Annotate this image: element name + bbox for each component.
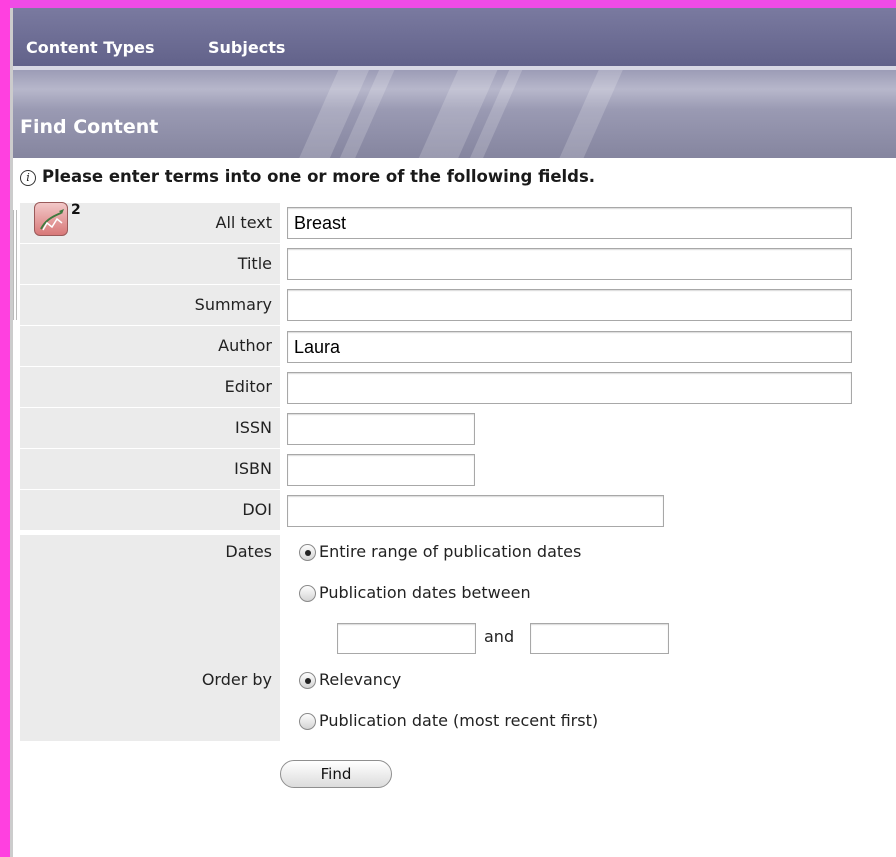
order-date-option[interactable]: Publication date (most recent first) <box>299 710 598 732</box>
dates-between-radio[interactable] <box>299 585 316 602</box>
nav-content-types[interactable]: Content Types <box>26 38 155 57</box>
order-relevancy-option[interactable]: Relevancy <box>299 669 401 691</box>
label-doi: DOI <box>20 490 280 530</box>
find-button[interactable]: Find <box>280 760 392 788</box>
top-nav-bar: Content Types Subjects <box>13 8 896 66</box>
dates-entire-label: Entire range of publication dates <box>319 542 582 561</box>
label-summary: Summary <box>20 285 280 325</box>
page-title: Find Content <box>20 116 159 138</box>
side-scroll-mark <box>13 210 17 320</box>
info-message: i Please enter terms into one or more of … <box>20 167 595 186</box>
summary-input[interactable] <box>287 289 852 321</box>
title-input[interactable] <box>287 248 852 280</box>
dates-entire-radio[interactable] <box>299 544 316 561</box>
doi-input[interactable] <box>287 495 664 527</box>
order-date-radio[interactable] <box>299 713 316 730</box>
label-title: Title <box>20 244 280 284</box>
edit-tool-badge: 2 <box>71 202 81 218</box>
author-input[interactable]: Laura <box>287 331 852 363</box>
date-to-input[interactable] <box>530 623 669 654</box>
order-relevancy-label: Relevancy <box>319 670 402 689</box>
label-author: Author <box>20 326 280 366</box>
window-frame-left <box>0 0 10 857</box>
label-editor: Editor <box>20 367 280 407</box>
edit-tool-icon[interactable] <box>34 202 68 236</box>
info-text: Please enter terms into one or more of t… <box>42 167 596 186</box>
window-frame-top <box>0 0 896 8</box>
find-header-banner: Find Content <box>13 70 896 158</box>
label-issn: ISSN <box>20 408 280 448</box>
dates-between-option[interactable]: Publication dates between <box>299 582 531 604</box>
dates-entire-option[interactable]: Entire range of publication dates <box>299 541 581 563</box>
dates-between-label: Publication dates between <box>319 583 531 602</box>
editor-input[interactable] <box>287 372 852 404</box>
isbn-input[interactable] <box>287 454 475 486</box>
order-date-label: Publication date (most recent first) <box>319 711 599 730</box>
order-relevancy-radio[interactable] <box>299 672 316 689</box>
all-text-input[interactable]: Breast <box>287 207 852 239</box>
label-dates: Dates <box>225 542 272 561</box>
issn-input[interactable] <box>287 413 475 445</box>
info-icon: i <box>20 170 36 186</box>
date-from-input[interactable] <box>337 623 476 654</box>
nav-subjects[interactable]: Subjects <box>208 38 285 57</box>
and-label: and <box>484 627 515 646</box>
label-order-by: Order by <box>201 670 272 689</box>
label-isbn: ISBN <box>20 449 280 489</box>
